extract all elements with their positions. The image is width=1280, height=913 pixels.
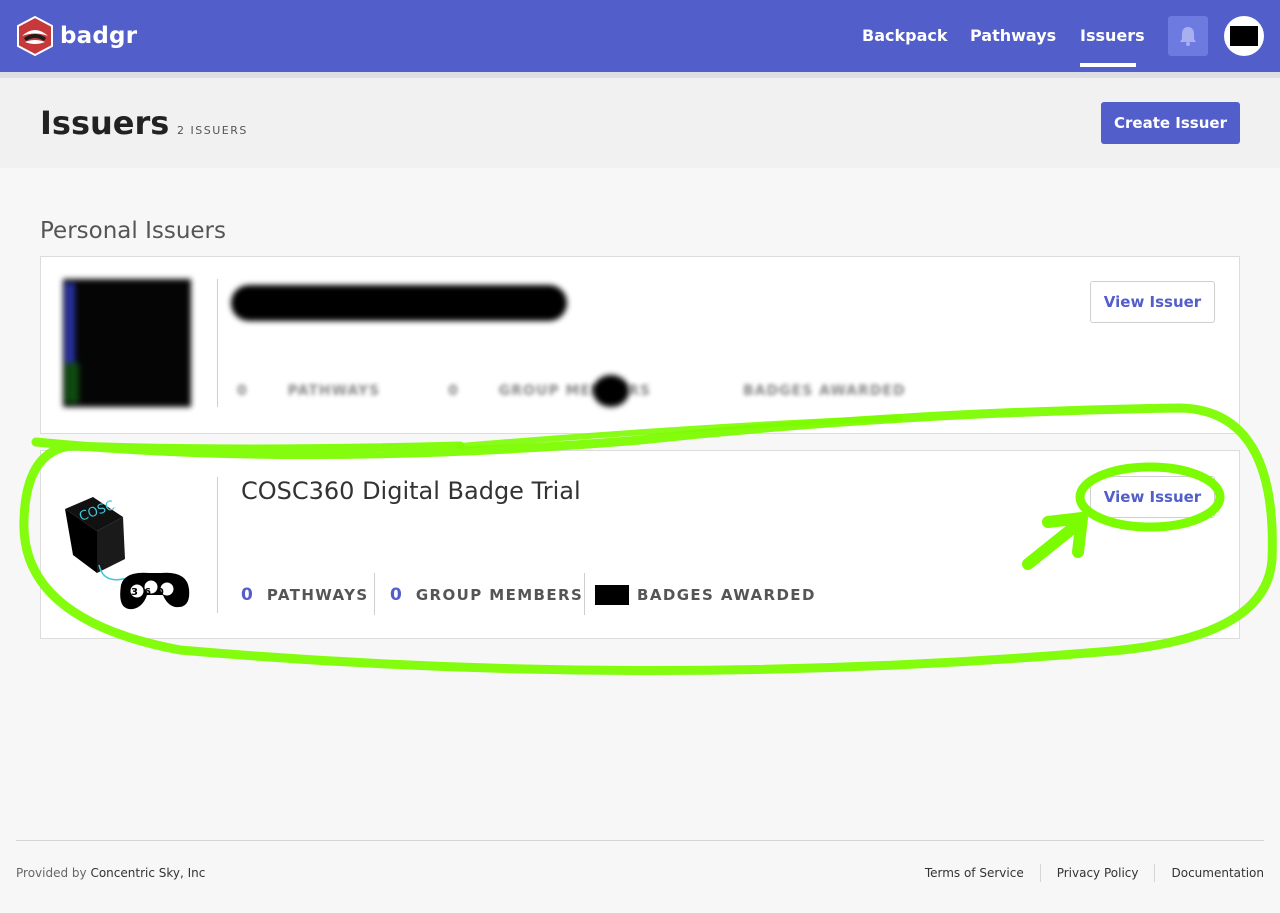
view-issuer-button[interactable]: View Issuer <box>1090 476 1215 518</box>
footer-credit: Provided by Concentric Sky, Inc <box>16 866 206 880</box>
divider <box>374 573 375 615</box>
issuer-stats-redacted: 0 PATHWAYS 0 GROUP MEMBERS BADGES AWARDE… <box>237 379 940 403</box>
avatar-redacted <box>1230 26 1258 46</box>
stat-badges: BADGES AWARDED <box>595 585 816 605</box>
issuer-count: 2 ISSUERS <box>177 124 248 137</box>
section-title: Personal Issuers <box>40 218 226 244</box>
issuer-card: 0 PATHWAYS 0 GROUP MEMBERS BADGES AWARDE… <box>40 256 1240 434</box>
divider <box>217 279 218 407</box>
stat-members: 0 GROUP MEMBERS <box>448 383 651 399</box>
privacy-link[interactable]: Privacy Policy <box>1041 866 1155 880</box>
top-nav: badgr Backpack Pathways Issuers <box>0 0 1280 72</box>
nav-issuers[interactable]: Issuers <box>1080 26 1145 45</box>
issuer-logo: COSC 360 <box>65 497 190 610</box>
issuer-name-redacted <box>231 285 567 321</box>
issuer-image-redacted <box>63 279 191 407</box>
badges-count-redacted <box>595 585 629 605</box>
badgr-logo-icon <box>17 16 53 56</box>
stat-members: 0 GROUP MEMBERS <box>390 585 584 605</box>
brand-name: badgr <box>60 23 138 49</box>
page-header <box>0 78 1280 168</box>
nav-backpack[interactable]: Backpack <box>862 26 948 45</box>
svg-text:360: 360 <box>131 587 170 598</box>
divider <box>584 573 585 615</box>
issuer-name: COSC360 Digital Badge Trial <box>241 477 581 505</box>
issuer-card: COSC 360 COSC360 Digital Badge Trial 0 P… <box>40 450 1240 639</box>
bell-icon <box>1180 27 1196 46</box>
terms-link[interactable]: Terms of Service <box>909 866 1040 880</box>
nav-active-indicator <box>1080 63 1136 67</box>
stat-badges: BADGES AWARDED <box>742 383 906 399</box>
view-issuer-button[interactable]: View Issuer <box>1090 281 1215 323</box>
badgr-logo[interactable]: badgr <box>16 16 137 56</box>
page-title: Issuers <box>40 104 170 142</box>
footer-divider <box>16 840 1264 841</box>
stat-pathways: 0 PATHWAYS <box>237 383 381 399</box>
notifications-button[interactable] <box>1168 16 1208 56</box>
stat-pathways: 0 PATHWAYS <box>241 585 369 605</box>
nav-pathways[interactable]: Pathways <box>970 26 1056 45</box>
create-issuer-button[interactable]: Create Issuer <box>1101 102 1240 144</box>
company-link[interactable]: Concentric Sky, Inc <box>90 866 205 880</box>
documentation-link[interactable]: Documentation <box>1155 866 1264 880</box>
user-avatar[interactable] <box>1224 16 1264 56</box>
badges-count-redacted <box>593 375 629 407</box>
divider <box>217 477 218 613</box>
footer-links: Terms of Service Privacy Policy Document… <box>909 864 1264 882</box>
